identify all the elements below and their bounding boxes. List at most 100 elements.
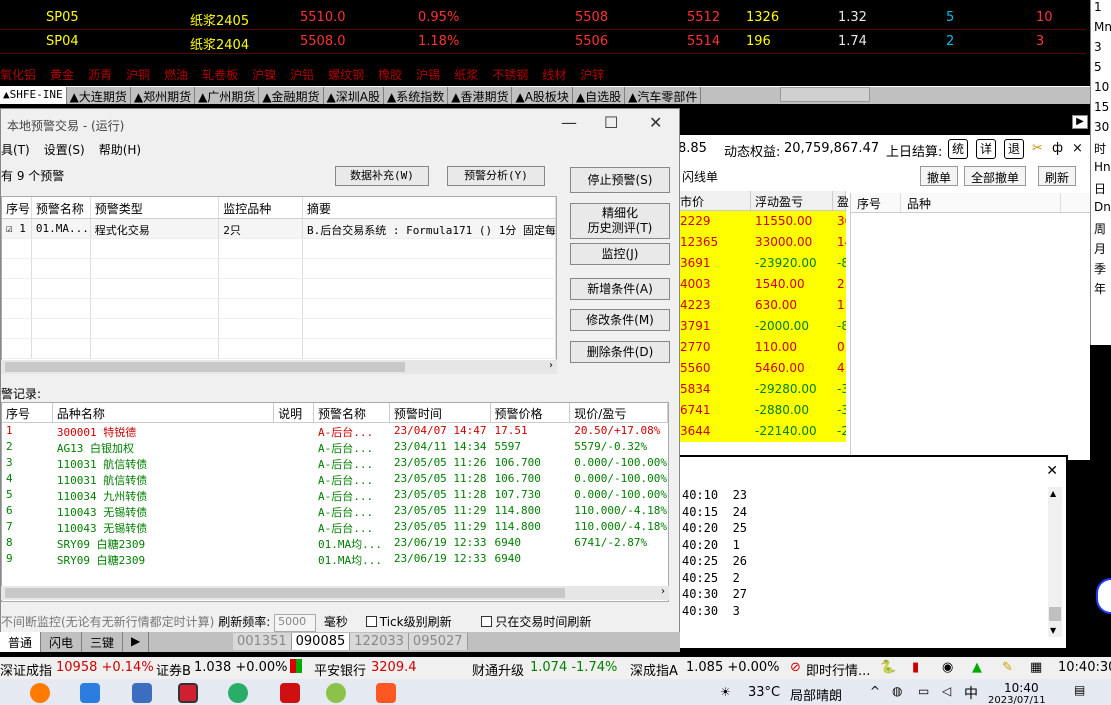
assistant-icon[interactable] (1096, 578, 1111, 614)
order-mode-tab[interactable]: ▶ (123, 632, 150, 652)
trash-icon[interactable]: ▦ (1030, 660, 1042, 675)
record-row[interactable]: 2 AG13 白银加权 A-后台... 23/04/11 14:34 5597 5579/… (2, 439, 668, 455)
category-item[interactable]: 沪铜 (126, 68, 150, 82)
record-row[interactable]: 9 SRY09 白糖2309 01.MA均... 23/06/19 12:33 6940 (2, 551, 668, 567)
position-row[interactable]: 3644 -22140.00 -2 (676, 421, 846, 442)
close-icon[interactable]: ✕ (1046, 463, 1058, 479)
category-item[interactable]: 线材 (542, 68, 566, 82)
scroll-right-arrow-icon[interactable]: ▶ (1072, 115, 1088, 129)
tick-refresh-checkbox[interactable] (365, 616, 377, 627)
fine-backtest-button[interactable]: 精细化 历史测评(T) (570, 203, 670, 239)
recent-code[interactable]: 122033 (350, 633, 409, 650)
tui-button[interactable]: 退 (1004, 139, 1024, 159)
menu-item[interactable]: 帮助(H) (99, 143, 141, 157)
record-row[interactable]: 7 110043 无锡转债 A-后台... 23/05/05 11:29 114.800… (2, 519, 668, 535)
position-row[interactable]: 4223 630.00 1. (676, 295, 846, 316)
period-item[interactable]: 日 (1091, 180, 1111, 200)
alert-col-header[interactable]: 预警类型 (91, 197, 220, 218)
refresh-frequency-input[interactable]: 5000 (274, 613, 317, 632)
alert-col-header[interactable]: 摘要 (303, 197, 556, 218)
market-tab[interactable]: ▲金融期货 (259, 87, 324, 104)
quote-row[interactable]: SP05 纸浆2405 5510.0 0.95% 5508 5512 1326 1.32 5 10 (0, 6, 1086, 30)
order-mode-tab[interactable]: 三键 (82, 632, 124, 652)
tab-flash-order[interactable]: 闪线单 (676, 166, 725, 186)
recent-code[interactable]: 095027 (408, 633, 468, 650)
scroll-up-icon[interactable]: ▲ (1050, 489, 1056, 498)
category-item[interactable]: 燃油 (164, 68, 188, 82)
menu-item[interactable]: 具(T) (1, 143, 30, 157)
category-item[interactable]: 沥青 (88, 68, 112, 82)
record-row[interactable]: 6 110043 无锡转债 A-后台... 23/05/05 11:29 114.800… (2, 503, 668, 519)
delete-condition-button[interactable]: 删除条件(D) (570, 341, 670, 363)
position-row[interactable]: 4003 1540.00 2. (676, 274, 846, 295)
alert-analysis-button[interactable]: 预警分析(Y) (447, 166, 545, 186)
trade-time-option[interactable]: 只在交易时间刷新 (481, 615, 591, 629)
record-col-header[interactable]: 预警时间 (390, 403, 491, 422)
period-item[interactable]: Hn (1091, 160, 1111, 180)
record-row[interactable]: 1 300001 特锐德 A-后台... 23/04/07 14:47 17.51 20.… (2, 423, 668, 439)
category-item[interactable]: 黄金 (50, 68, 74, 82)
category-item[interactable]: 螺纹钢 (328, 68, 364, 82)
stock-app-icon[interactable] (280, 683, 300, 703)
period-item[interactable]: 3 (1091, 40, 1111, 60)
alert-table-hscrollbar[interactable]: › (1, 360, 557, 374)
trading-app-icon[interactable] (178, 683, 198, 703)
period-item[interactable]: 30 (1091, 120, 1111, 140)
quote-row[interactable]: SP04 纸浆2404 5508.0 1.18% 5506 5514 196 1.74 2 3 (0, 30, 1086, 54)
period-item[interactable]: 15 (1091, 100, 1111, 120)
python-idle-icon[interactable] (132, 683, 152, 703)
data-supplement-button[interactable]: 数据补充(W) (335, 166, 429, 186)
recent-code[interactable]: 090085 (291, 633, 351, 650)
period-item[interactable]: 1 (1091, 0, 1111, 20)
chevron-up-icon[interactable]: ^ (870, 684, 880, 698)
alert-triangle-icon[interactable]: ▲ (972, 660, 982, 675)
position-row[interactable]: 5560 5460.00 4. (676, 358, 846, 379)
tick-refresh-option[interactable]: Tick级别刷新 (365, 615, 452, 629)
refresh-button[interactable]: 刷新 (1038, 166, 1077, 186)
position-row[interactable]: 2770 110.00 0. (676, 337, 846, 358)
period-item[interactable]: Mn (1091, 20, 1111, 40)
record-col-header[interactable]: 预警名称 (314, 403, 390, 422)
feishu-icon[interactable] (80, 683, 100, 703)
chart-tool-icon[interactable]: ◉ (942, 660, 953, 675)
record-col-header[interactable]: 预警价格 (491, 403, 571, 422)
wechat-icon[interactable] (228, 683, 248, 703)
category-item[interactable]: 不锈钢 (492, 68, 528, 82)
record-col-header[interactable]: 现价/盈亏 (570, 403, 668, 422)
scroll-down-icon[interactable]: ▼ (1050, 626, 1056, 635)
realtime-quote-link[interactable]: 即时行情... (806, 660, 870, 679)
record-col-header[interactable]: 说明 (274, 403, 315, 422)
scroll-right-icon[interactable]: › (661, 586, 665, 597)
continuous-monitor-option[interactable]: 不间断监控(无论有无新行情都定时计算) (1, 615, 214, 629)
period-item[interactable]: Dn (1091, 200, 1111, 220)
log-scrollbar[interactable]: ▲ ▼ (1048, 487, 1062, 637)
period-item[interactable]: 年 (1091, 280, 1111, 300)
position-row[interactable]: 12365 33000.00 14 (676, 232, 846, 253)
tools-icon[interactable]: ✂ (1032, 141, 1043, 156)
pin-icon[interactable]: ф (1052, 141, 1063, 156)
ime-indicator[interactable]: 中 (964, 683, 978, 703)
position-row[interactable]: 3691 -23920.00 -8 (676, 253, 846, 274)
notification-icon[interactable]: ▤ (1074, 683, 1085, 697)
period-item[interactable]: 10 (1091, 80, 1111, 100)
alert-row[interactable]: ☑ 1 01.MA... 程式化交易 2只 B.后台交易系统 : Formula171 … (2, 219, 556, 239)
category-item[interactable]: 橡胶 (378, 68, 402, 82)
period-item[interactable]: 5 (1091, 60, 1111, 80)
record-col-header[interactable]: 序号 (2, 403, 53, 422)
market-tab[interactable]: ▲自选股 (573, 87, 626, 104)
tong-button[interactable]: 统 (948, 139, 968, 159)
order-mode-tab[interactable]: 普通 (0, 632, 42, 652)
close-icon[interactable]: × (1072, 141, 1083, 156)
market-tab[interactable]: ▲郑州期货 (131, 87, 196, 104)
scroll-right-icon[interactable]: › (549, 360, 553, 371)
database-icon[interactable]: ▮ (912, 660, 919, 675)
cancel-order-button[interactable]: 撤单 (920, 166, 959, 186)
category-item[interactable]: 沪铅 (290, 68, 314, 82)
record-table-hscrollbar[interactable]: › (1, 586, 669, 600)
minimize-icon[interactable]: — (561, 113, 577, 132)
period-item[interactable]: 月 (1091, 240, 1111, 260)
scroll-thumb[interactable] (5, 362, 405, 372)
scroll-thumb[interactable] (5, 588, 565, 598)
scroll-thumb[interactable] (1049, 607, 1061, 621)
market-tab[interactable]: ▲SHFE-INE (0, 87, 67, 104)
